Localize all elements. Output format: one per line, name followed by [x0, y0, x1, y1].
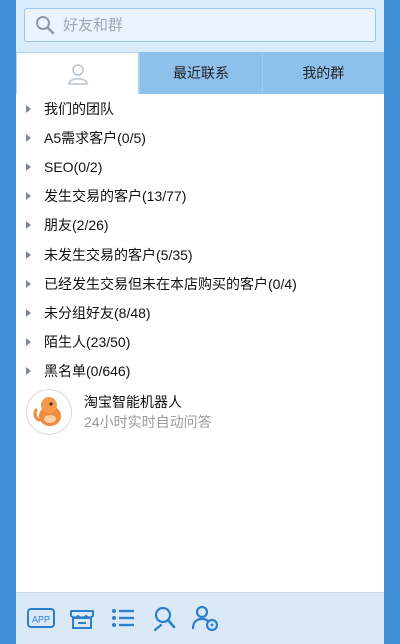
group-row[interactable]: 发生交易的客户(13/77) [16, 182, 384, 211]
group-label: SEO(0/2) [44, 158, 103, 175]
expand-arrow-icon [26, 338, 31, 347]
group-row[interactable]: A5需求客户(0/5) [16, 123, 384, 152]
contact-settings-icon [191, 605, 219, 632]
expand-arrow-icon [26, 367, 31, 376]
contact-panel: 最近联系 我的群 我们的团队 A5需求客户(0/5) SEO(0/2) 发生交易… [16, 0, 384, 644]
list-icon [112, 609, 134, 627]
group-row[interactable]: 黑名单(0/646) [16, 357, 384, 386]
app-icon-label: APP [32, 615, 50, 625]
tab-bar: 最近联系 我的群 [16, 52, 384, 94]
robot-avatar-icon [33, 397, 61, 426]
tab-recent[interactable]: 最近联系 [139, 52, 262, 94]
group-label: 未分组好友(8/48) [44, 304, 151, 321]
avatar [26, 389, 72, 435]
expand-arrow-icon [26, 192, 31, 201]
group-row[interactable]: 陌生人(23/50) [16, 328, 384, 357]
search-person-icon [153, 606, 176, 632]
expand-arrow-icon [26, 250, 31, 259]
group-row[interactable]: 未发生交易的客户(5/35) [16, 240, 384, 269]
list-button[interactable] [108, 603, 138, 633]
expand-arrow-icon [26, 308, 31, 317]
expand-arrow-icon [26, 279, 31, 288]
store-button[interactable] [67, 603, 97, 633]
robot-contact[interactable]: 淘宝智能机器人 24小时实时自动问答 [16, 386, 384, 438]
contact-settings-button[interactable] [190, 603, 220, 633]
group-label: 朋友(2/26) [44, 217, 109, 234]
store-icon [70, 610, 94, 629]
expand-arrow-icon [26, 133, 31, 142]
contact-description: 24小时实时自动问答 [84, 414, 212, 430]
group-label: A5需求客户(0/5) [44, 129, 146, 146]
search-icon [36, 16, 55, 35]
expand-arrow-icon [26, 221, 31, 230]
group-row[interactable]: 朋友(2/26) [16, 211, 384, 240]
tab-my-groups[interactable]: 我的群 [261, 52, 384, 94]
contact-name: 淘宝智能机器人 [84, 394, 182, 410]
group-label: 发生交易的客户(13/77) [44, 188, 187, 205]
group-row[interactable]: SEO(0/2) [16, 152, 384, 181]
group-label: 陌生人(23/50) [44, 334, 131, 351]
bottom-toolbar: APP [16, 592, 384, 644]
find-contact-button[interactable] [149, 603, 179, 633]
friend-group-list: 我们的团队 A5需求客户(0/5) SEO(0/2) 发生交易的客户(13/77… [16, 94, 384, 592]
group-label: 黑名单(0/646) [44, 363, 131, 380]
app-button[interactable]: APP [26, 603, 56, 633]
top-bar: 最近联系 我的群 [16, 0, 384, 96]
search-input[interactable] [61, 15, 365, 35]
group-label: 未发生交易的客户(5/35) [44, 246, 193, 263]
group-row[interactable]: 已经发生交易但未在本店购买的客户(0/4) [16, 269, 384, 298]
search-box[interactable] [24, 8, 376, 42]
group-label: 我们的团队 [44, 100, 114, 117]
expand-arrow-icon [26, 104, 31, 113]
group-label: 已经发生交易但未在本店购买的客户(0/4) [44, 275, 297, 292]
group-row[interactable]: 我们的团队 [16, 94, 384, 123]
group-row[interactable]: 未分组好友(8/48) [16, 298, 384, 327]
person-icon [67, 63, 88, 85]
expand-arrow-icon [26, 162, 31, 171]
app-icon: APP [27, 608, 55, 628]
tab-friends[interactable] [16, 52, 140, 94]
